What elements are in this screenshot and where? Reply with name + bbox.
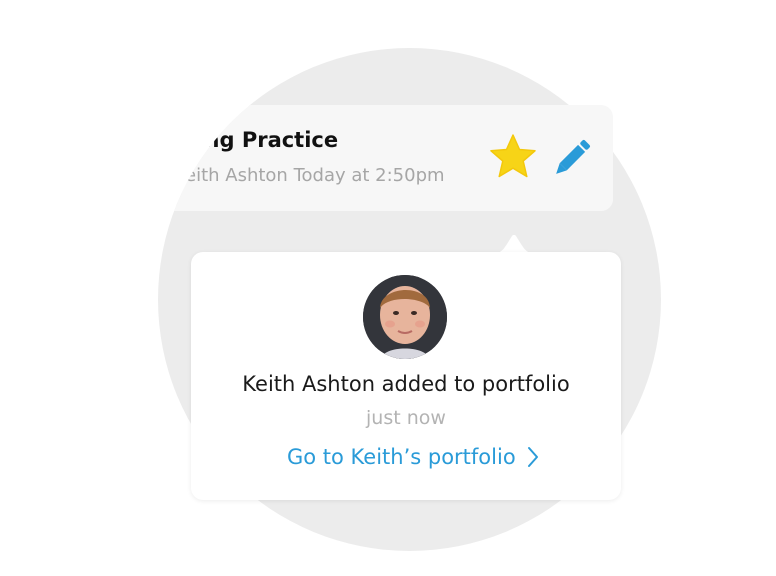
avatar-face-icon [363,275,447,359]
student-avatar [363,275,447,359]
popover-arrow [489,234,539,254]
post-title-text: sive Writing Practice [158,128,339,152]
post-title: sive Writing Practice [158,128,438,152]
go-to-portfolio-label: Go to Keith’s portfolio [287,445,516,469]
star-icon[interactable] [489,133,537,179]
popover-timestamp: just now [366,407,446,429]
go-to-portfolio-link[interactable]: Go to Keith’s portfolio [287,445,540,469]
chevron-right-icon [527,447,538,467]
pencil-icon[interactable] [550,138,592,180]
post-meta: eith Ashton Today at 2:50pm [185,165,445,186]
popover-headline: Keith Ashton added to portfolio [242,372,570,396]
canvas: sive Writing Practice eith Ashton Today … [0,0,776,576]
